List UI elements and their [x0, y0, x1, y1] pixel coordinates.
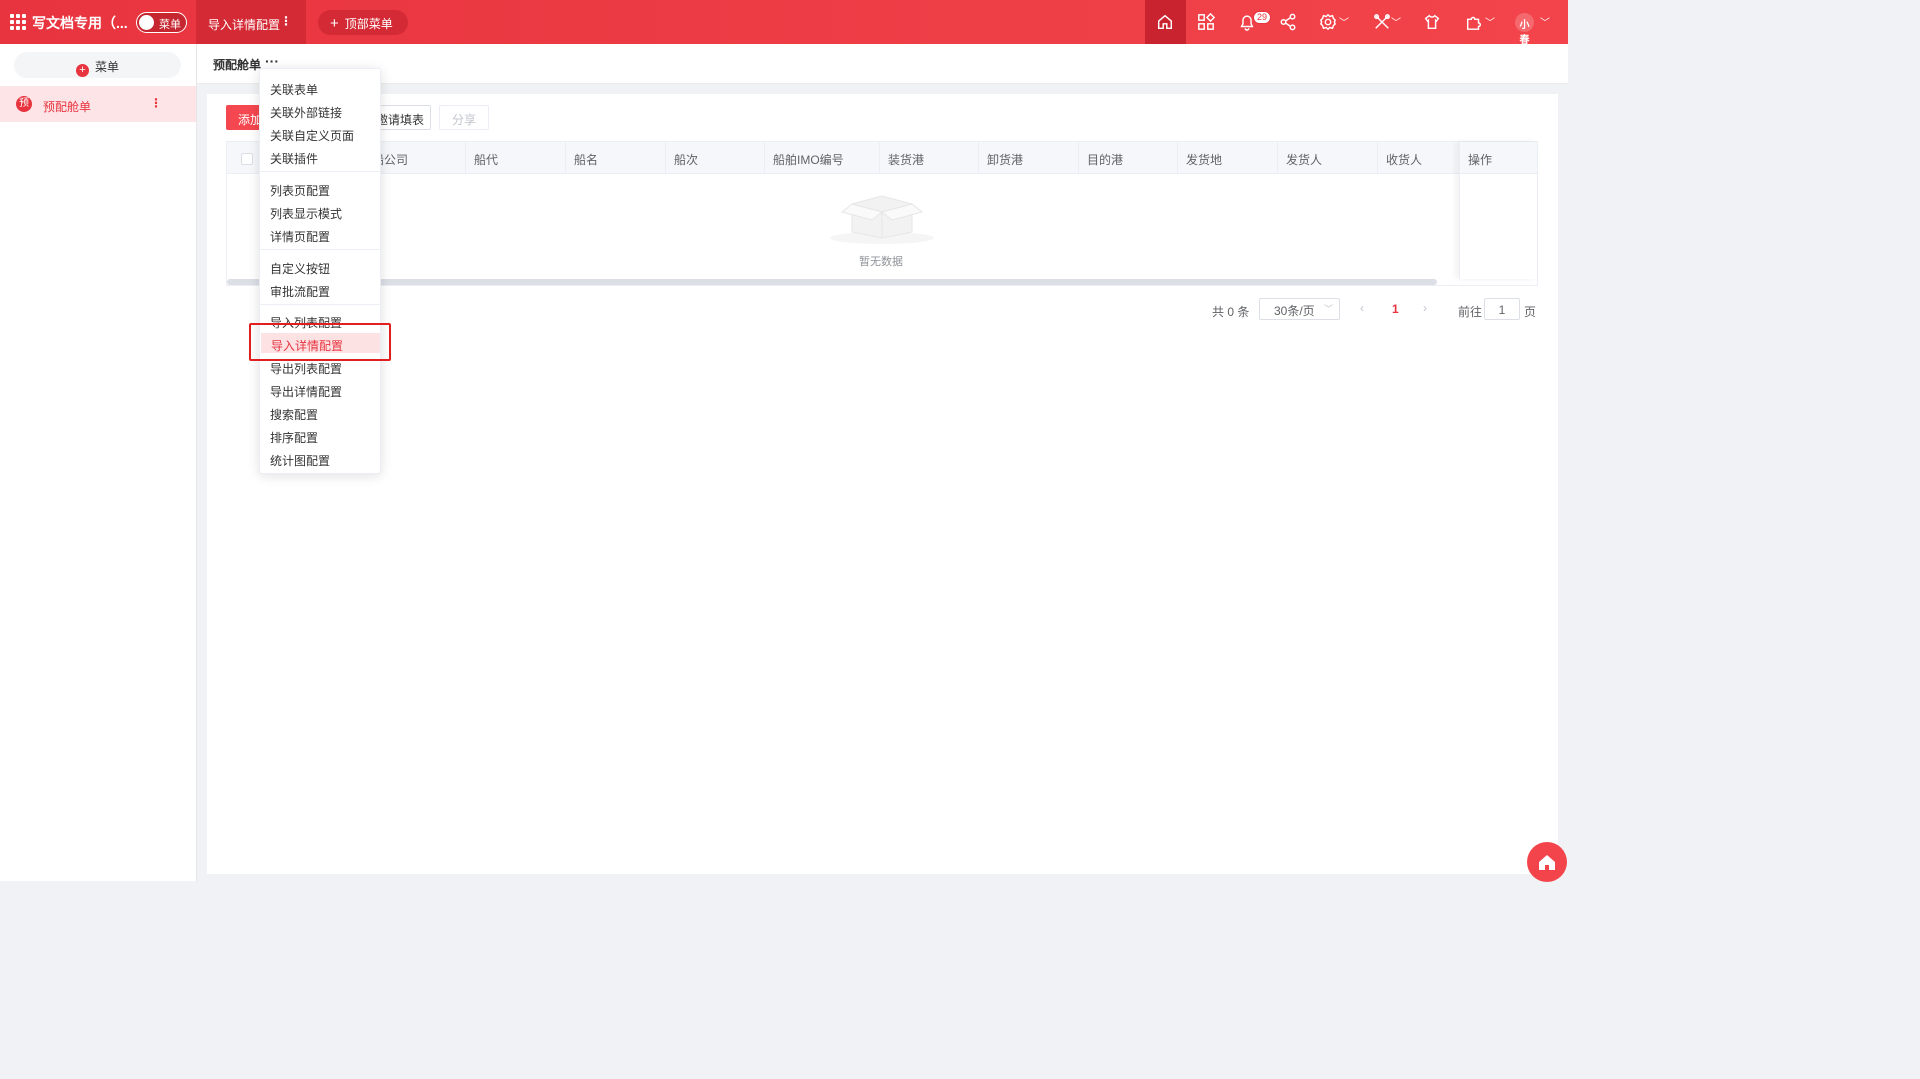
menu-item-chart-config[interactable]: 统计图配置 — [260, 448, 380, 468]
action-column-header: 操作 — [1460, 142, 1537, 174]
add-top-menu-label: 顶部菜单 — [344, 17, 393, 31]
table-header: 船公司 船代 船名 船次 船舶IMO编号 装货港 卸货港 目的港 发货地 发货人… — [227, 142, 1537, 174]
sidebar: + 菜单 预 预配舱单 ⋮ — [0, 44, 197, 881]
menu-item-link-form[interactable]: 关联表单 — [260, 77, 380, 97]
data-table: 船公司 船代 船名 船次 船舶IMO编号 装货港 卸货港 目的港 发货地 发货人… — [226, 141, 1538, 286]
menu-item-search-config[interactable]: 搜索配置 — [260, 402, 380, 422]
column-header[interactable]: 目的港 — [1087, 151, 1123, 168]
prev-page-icon[interactable]: ‹ — [1360, 301, 1364, 315]
menu-item-approval-flow[interactable]: 审批流配置 — [260, 279, 380, 299]
horizontal-scrollbar[interactable] — [227, 279, 1437, 285]
select-all-checkbox[interactable] — [241, 153, 253, 165]
home-icon — [1539, 855, 1555, 870]
breadcrumb: 预配舱单 — [213, 58, 262, 72]
sidebar-add-menu-button[interactable]: + 菜单 — [14, 52, 181, 78]
sidebar-item-label: 预配舱单 — [43, 100, 92, 114]
share-icon[interactable] — [1279, 13, 1297, 31]
sidebar-menu-label: 菜单 — [94, 60, 119, 74]
column-header[interactable]: 船次 — [674, 151, 698, 168]
more-horizontal-icon[interactable]: ··· — [265, 53, 279, 69]
shirt-icon[interactable] — [1423, 13, 1441, 31]
chevron-down-icon[interactable]: ﹀ — [1391, 14, 1401, 29]
plus-icon: + — [330, 15, 339, 32]
more-vertical-icon[interactable]: ⋮ — [150, 96, 162, 110]
sidebar-item-badge: 预 — [16, 96, 32, 112]
action-column: 操作 — [1459, 142, 1537, 279]
column-header[interactable]: 收货人 — [1386, 151, 1422, 168]
top-tab-active[interactable]: 导入详情配置 ⋮ — [196, 0, 306, 44]
column-header[interactable]: 发货地 — [1186, 151, 1222, 168]
chevron-down-icon[interactable]: ﹀ — [1339, 14, 1349, 29]
menu-item-detail-config[interactable]: 详情页配置 — [260, 224, 380, 244]
plus-circle-icon: + — [75, 64, 89, 77]
chevron-down-icon: ﹀ — [1323, 304, 1333, 314]
avatar[interactable]: 小春 — [1515, 13, 1534, 46]
puzzle-icon[interactable] — [1465, 13, 1483, 31]
column-header[interactable]: 装货港 — [888, 151, 924, 168]
config-dropdown-menu: 关联表单 关联外部链接 关联自定义页面 关联插件 列表页配置 列表显示模式 详情… — [259, 68, 381, 474]
toggle-knob — [139, 15, 154, 30]
main-card: 添加 邀请填表 分享 船公司 船代 船名 船次 船舶IMO编号 装货港 卸货港 … — [207, 94, 1558, 874]
add-button[interactable]: 添加 — [226, 105, 262, 130]
notification-badge: 29 — [1253, 11, 1272, 24]
top-tab-label: 导入详情配置 — [208, 18, 281, 32]
share-button[interactable]: 分享 — [439, 105, 489, 130]
menu-toggle[interactable]: 菜单 — [136, 12, 187, 33]
add-top-menu-button[interactable]: + 顶部菜单 — [318, 10, 408, 35]
breadcrumb-bar: 预配舱单 ··· — [197, 44, 1568, 84]
menu-item-link-plugin[interactable]: 关联插件 — [260, 146, 380, 166]
chevron-down-icon[interactable]: ﹀ — [1540, 14, 1550, 29]
sidebar-item-manifest[interactable]: 预 预配舱单 ⋮ — [0, 86, 196, 122]
goto-page-input[interactable]: 1 — [1484, 298, 1520, 320]
home-button[interactable] — [1145, 0, 1186, 44]
menu-item-list-config[interactable]: 列表页配置 — [260, 178, 380, 198]
menu-item-link-external[interactable]: 关联外部链接 — [260, 100, 380, 120]
tools-icon[interactable] — [1373, 13, 1391, 31]
tab-more-icon[interactable]: ⋮ — [280, 14, 292, 28]
column-header[interactable]: 船舶IMO编号 — [773, 151, 844, 168]
widgets-icon[interactable] — [1197, 12, 1216, 31]
pagination-total: 共 0 条 — [1212, 305, 1250, 319]
home-icon — [1156, 13, 1174, 31]
page-size-value: 30条/页 — [1274, 304, 1315, 318]
column-header[interactable]: 船名 — [574, 151, 598, 168]
gear-icon[interactable] — [1319, 13, 1337, 31]
current-page[interactable]: 1 — [1392, 302, 1399, 316]
menu-item-list-display-mode[interactable]: 列表显示模式 — [260, 201, 380, 221]
column-header[interactable]: 发货人 — [1286, 151, 1322, 168]
highlight-box — [249, 323, 391, 361]
menu-item-link-custom-page[interactable]: 关联自定义页面 — [260, 123, 380, 143]
menu-toggle-label: 菜单 — [159, 19, 181, 31]
goto-label: 前往 — [1458, 305, 1483, 319]
menu-item-custom-button[interactable]: 自定义按钮 — [260, 256, 380, 276]
top-bar: 写文档专用（... 菜单 导入详情配置 ⋮ + 顶部菜单 29 ﹀ ﹀ ﹀ 小春 … — [0, 0, 1568, 46]
menu-item-sort-config[interactable]: 排序配置 — [260, 425, 380, 445]
menu-item-export-detail-config[interactable]: 导出详情配置 — [260, 379, 380, 399]
column-header[interactable]: 船代 — [474, 151, 498, 168]
chevron-down-icon[interactable]: ﹀ — [1485, 14, 1495, 29]
app-title[interactable]: 写文档专用（... — [32, 13, 128, 33]
column-header[interactable]: 卸货港 — [987, 151, 1023, 168]
apps-icon[interactable] — [10, 14, 26, 30]
next-page-icon[interactable]: › — [1423, 301, 1427, 315]
empty-text: 暂无数据 — [859, 256, 903, 268]
page-size-select[interactable]: 30条/页 ﹀ — [1259, 298, 1340, 320]
floating-home-button[interactable] — [1527, 842, 1567, 882]
page-suffix: 页 — [1524, 305, 1537, 319]
empty-box-icon — [830, 195, 934, 244]
